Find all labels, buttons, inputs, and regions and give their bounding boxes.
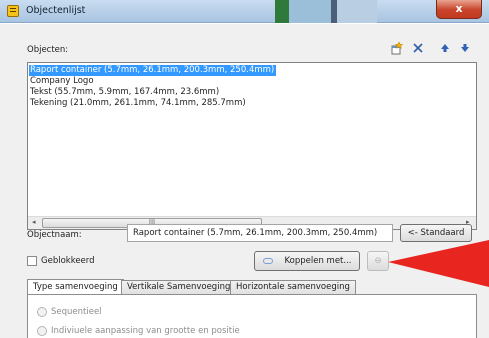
tab-merge-type[interactable]: Type samenvoeging — [27, 279, 124, 295]
app-document-icon — [7, 5, 19, 17]
locked-checkbox[interactable] — [27, 256, 37, 266]
individual-resize-label: Indiviuele aanpassing van grootte en pos… — [51, 326, 240, 336]
dialog-body: Objecten: Raport container (5.7mm, 26.1m… — [0, 24, 489, 338]
list-item[interactable]: Tekst (55.7mm, 5.9mm, 167.4mm, 23.6mm) — [29, 87, 219, 98]
standard-button[interactable]: <- Standaard — [400, 224, 472, 242]
delete-x-icon[interactable] — [412, 42, 424, 56]
objects-list[interactable]: Raport container (5.7mm, 26.1mm, 200.3mm… — [27, 62, 477, 230]
title-bar: Objectenlijst x — [0, 0, 489, 23]
list-item[interactable]: Raport container (5.7mm, 26.1mm, 200.3mm… — [29, 65, 276, 76]
unlink-button[interactable]: ⊖ — [367, 251, 389, 271]
tab-vertical-merge[interactable]: Vertikale Samenvoeging — [121, 280, 237, 295]
window-title: Objectenlijst — [26, 5, 86, 16]
tab-horizontal-merge[interactable]: Horizontale samenvoeging — [230, 280, 356, 295]
object-name-field[interactable]: Raport container (5.7mm, 26.1mm, 200.3mm… — [127, 224, 393, 242]
objects-label: Objecten: — [27, 45, 69, 55]
list-item[interactable]: Company Logo — [29, 76, 94, 87]
link-icon — [262, 257, 273, 264]
sequential-radio[interactable] — [37, 307, 47, 317]
locked-label: Geblokkeerd — [41, 256, 95, 266]
link-with-button[interactable]: Koppelen met... — [254, 251, 360, 271]
scroll-left-arrow-icon[interactable]: ◂ — [32, 218, 36, 226]
merge-type-panel: Sequentieel Indiviuele aanpassing van gr… — [27, 294, 477, 338]
arrow-down-icon[interactable] — [460, 42, 470, 56]
list-item[interactable]: Tekening (21.0mm, 261.1mm, 74.1mm, 285.7… — [29, 98, 246, 109]
link-with-label: Koppelen met... — [284, 256, 352, 266]
sequential-label: Sequentieel — [51, 307, 102, 317]
object-name-label: Objectnaam: — [27, 230, 82, 240]
individual-resize-radio[interactable] — [37, 326, 47, 336]
close-button[interactable]: x — [436, 0, 482, 19]
new-object-icon[interactable] — [390, 41, 404, 57]
arrow-up-icon[interactable] — [440, 42, 450, 56]
